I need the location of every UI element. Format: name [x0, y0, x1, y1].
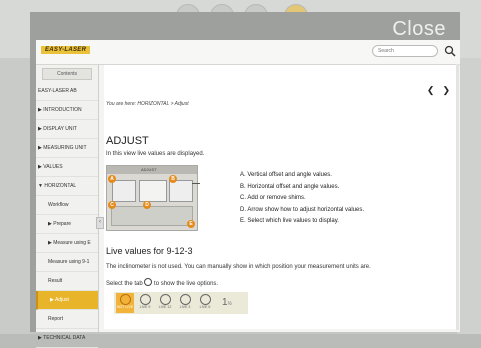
live-select-text: Select the tab to show the live options. [106, 278, 218, 287]
legend-item-e: E. Select which live values to display. [240, 218, 339, 225]
live-values-text: The inclinometer is not used. You can ma… [106, 264, 371, 270]
legend-list: A. Vertical offset and angle values. B. … [240, 170, 364, 228]
toc-item-easy-laser-ab[interactable]: EASY-LASER AB [36, 82, 98, 101]
toc-item-measure-using-e[interactable]: ▶ Measure using E [36, 234, 98, 253]
toc-item-introduction[interactable]: ▶ INTRODUCTION [36, 101, 98, 120]
next-topic-icon[interactable]: ❯ [442, 85, 450, 95]
live-tab-label: LIVE 6 [199, 305, 211, 309]
live-tab-not-live[interactable]: NOT LIVE [116, 293, 134, 313]
fraction-part: ½ [227, 301, 232, 307]
marker-b: B [169, 175, 177, 183]
screenshot-machine-box [139, 180, 167, 202]
clock-12-icon [159, 294, 171, 305]
screenshot-title: ADJUST [141, 167, 157, 172]
live-select-before: Select the tab [106, 281, 143, 287]
toc-item-prepare[interactable]: ▶ Prepare [36, 215, 98, 234]
fraction-display: 1½ [222, 297, 232, 308]
help-panel: EASY-LASER Contents EASY-LASER AB ▶ INTR… [36, 40, 460, 348]
toc-item-values[interactable]: ▶ VALUES [36, 158, 98, 177]
live-select-after: to show the live options. [154, 281, 219, 287]
clock-3-icon [179, 294, 191, 305]
previous-topic-icon[interactable]: ❮ [427, 85, 435, 95]
toc-sidebar: Contents EASY-LASER AB ▶ INTRODUCTION ▶ … [36, 65, 99, 348]
toc-item-measuring-unit[interactable]: ▶ MEASURING UNIT [36, 139, 98, 158]
toc-list: EASY-LASER AB ▶ INTRODUCTION ▶ DISPLAY U… [36, 82, 98, 348]
live-tab-label: LIVE 3 [179, 305, 191, 309]
toc-item-report[interactable]: Report [36, 310, 98, 329]
toc-item-display-unit[interactable]: ▶ DISPLAY UNIT [36, 120, 98, 139]
not-live-icon [119, 294, 131, 305]
live-options-bar: NOT LIVE LIVE 9 LIVE 12 LIVE 3 LIVE 6 1½ [114, 292, 248, 314]
screenshot-horizontal-box [169, 180, 193, 202]
search-input[interactable] [372, 45, 438, 57]
legend-item-d: D. Arrow show how to adjust horizontal v… [240, 206, 365, 213]
pointer-line [192, 183, 200, 184]
live-tab-9[interactable]: LIVE 9 [136, 293, 154, 313]
close-button[interactable]: Close [392, 18, 446, 41]
adjust-screenshot: ADJUST A B C D E [106, 165, 198, 231]
screenshot-header: ADJUST [107, 166, 197, 174]
screenshot-vertical-box [112, 180, 136, 202]
marker-d: D [143, 201, 151, 209]
background-right-panel [457, 58, 481, 334]
live-tab-label: NOT LIVE [116, 305, 134, 309]
toc-item-measure-using-9-12-3[interactable]: Measure using 9-1 [36, 253, 98, 272]
help-overlay: Close EASY-LASER Contents EASY-LASER AB … [30, 12, 460, 348]
toc-item-technical-data[interactable]: ▶ TECHNICAL DATA [36, 329, 98, 348]
help-toolbar: EASY-LASER [36, 40, 460, 65]
screenshot-bottom-bar [111, 206, 193, 226]
live-tab-12[interactable]: LIVE 12 [156, 293, 174, 313]
marker-e: E [187, 220, 195, 228]
topic-nav: ❮ ❯ [419, 85, 450, 96]
live-tab-6[interactable]: LIVE 6 [196, 293, 214, 313]
tab-contents[interactable]: Contents [42, 68, 92, 80]
search-icon[interactable] [443, 44, 457, 58]
marker-c: C [108, 201, 116, 209]
toc-item-horizontal[interactable]: ▼ HORIZONTAL [36, 177, 98, 196]
background-left-panel [0, 58, 30, 334]
live-tab-3[interactable]: LIVE 3 [176, 293, 194, 313]
clock-9-icon [139, 294, 151, 305]
help-content: ❮ ❯ You are here: HORIZONTAL > Adjust ADJ… [104, 65, 456, 329]
legend-item-a: A. Vertical offset and angle values. [240, 172, 332, 178]
sidebar-collapse-handle[interactable]: ‹ [96, 217, 104, 229]
toc-item-adjust[interactable]: ▶ Adjust [36, 291, 98, 310]
toc-item-result[interactable]: Result [36, 272, 98, 291]
intro-text: In this view live values are displayed. [106, 151, 205, 157]
content-scrollbar[interactable] [456, 64, 459, 330]
live-tab-label: LIVE 9 [139, 305, 151, 309]
marker-a: A [108, 175, 116, 183]
page-title: ADJUST [106, 135, 149, 147]
live-values-heading: Live values for 9-12-3 [106, 246, 193, 256]
legend-item-b: B. Horizontal offset and angle values. [240, 183, 340, 190]
clock-6-icon [199, 294, 211, 305]
easy-laser-logo: EASY-LASER [41, 46, 91, 54]
tab-circle-icon [144, 278, 153, 286]
toc-item-workflow[interactable]: Workflow [36, 196, 98, 215]
legend-item-c: C. Add or remove shims. [240, 195, 306, 202]
breadcrumb: You are here: HORIZONTAL > Adjust [106, 101, 189, 107]
live-tab-label: LIVE 12 [158, 305, 172, 309]
